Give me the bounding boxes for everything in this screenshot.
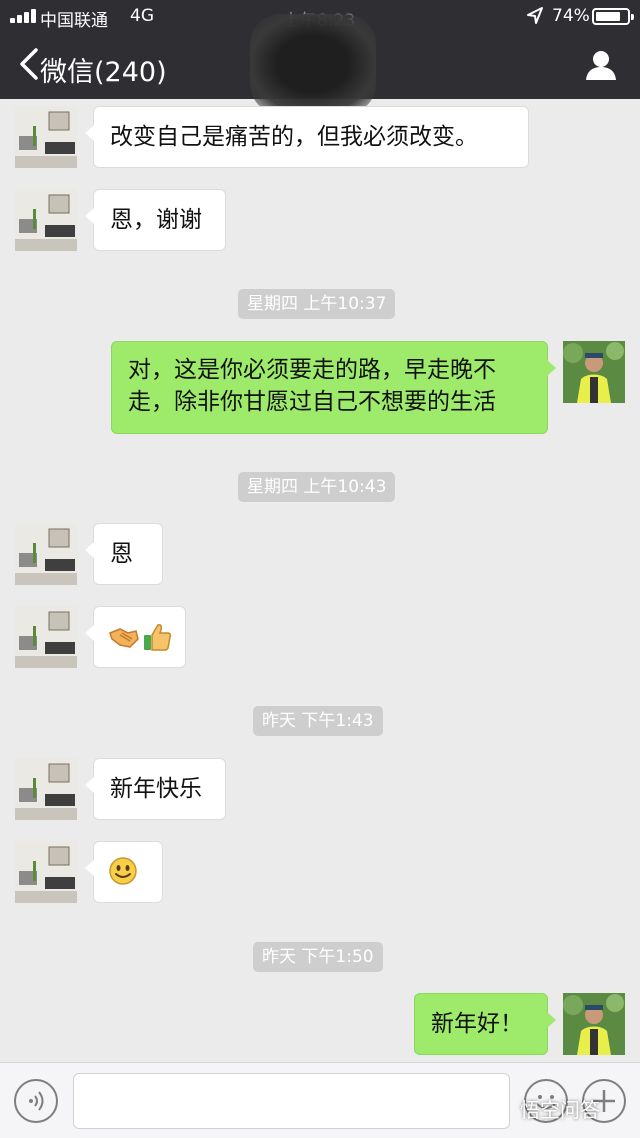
room-photo-icon <box>15 523 77 585</box>
avatar-contact[interactable] <box>15 606 77 668</box>
avatar-self[interactable] <box>563 993 625 1055</box>
message-bubble-incoming[interactable]: 改变自己是痛苦的，但我必须改变。 <box>85 106 529 168</box>
room-photo-icon <box>15 106 77 168</box>
battery-percent: 74% <box>552 6 590 26</box>
avatar-self[interactable] <box>563 341 625 403</box>
avatar-contact[interactable] <box>15 189 77 251</box>
message-bubble-incoming[interactable] <box>85 606 186 668</box>
watermark: 悟空问答 <box>520 1098 600 1122</box>
network-type: 4G <box>130 6 154 26</box>
handshake-emoji <box>109 628 139 648</box>
avatar-contact[interactable] <box>15 841 77 903</box>
person-photo-icon <box>563 993 625 1055</box>
message-bubble-outgoing[interactable]: 新年好！ <box>414 993 556 1055</box>
voice-wave-icon <box>29 1091 44 1111</box>
battery-icon <box>592 8 634 25</box>
back-button-label[interactable]: 微信(240) <box>40 50 167 89</box>
smile-emoji <box>109 857 137 885</box>
timestamp-chip: 星期四 上午10:43 <box>238 472 396 502</box>
timestamp-chip: 昨天 下午1:50 <box>253 942 383 972</box>
top-bar: 中国联通 4G 上午8:23 74% 微信(240) <box>0 0 640 114</box>
emoji-row <box>109 624 172 651</box>
message-bubble-incoming[interactable] <box>85 841 163 903</box>
voice-input-button[interactable] <box>14 1079 58 1123</box>
redacted-contact-name <box>250 14 376 114</box>
avatar-contact[interactable] <box>15 523 77 585</box>
room-photo-icon <box>15 758 77 820</box>
message-input[interactable] <box>73 1073 510 1129</box>
message-bubble-incoming[interactable]: 恩 <box>85 523 163 585</box>
message-bubble-incoming[interactable]: 恩，谢谢 <box>85 189 226 251</box>
message-bubble-outgoing[interactable]: 对，这是你必须要走的路，早走晚不走，除非你甘愿过自己不想要的生活 <box>111 341 556 434</box>
room-photo-icon <box>15 189 77 251</box>
message-bubble-incoming[interactable]: 新年快乐 <box>85 758 226 820</box>
avatar-contact[interactable] <box>15 758 77 820</box>
location-arrow-icon <box>527 7 543 24</box>
signal-icon <box>10 9 36 23</box>
room-photo-icon <box>15 841 77 903</box>
timestamp-chip: 昨天 下午1:43 <box>253 706 383 736</box>
room-photo-icon <box>15 606 77 668</box>
avatar-contact[interactable] <box>15 106 77 168</box>
thumbs-up-emoji <box>144 624 172 651</box>
person-photo-icon <box>563 341 625 403</box>
carrier-name: 中国联通 <box>40 11 108 31</box>
contact-info-icon[interactable] <box>584 48 618 82</box>
timestamp-chip: 星期四 上午10:37 <box>238 289 396 319</box>
